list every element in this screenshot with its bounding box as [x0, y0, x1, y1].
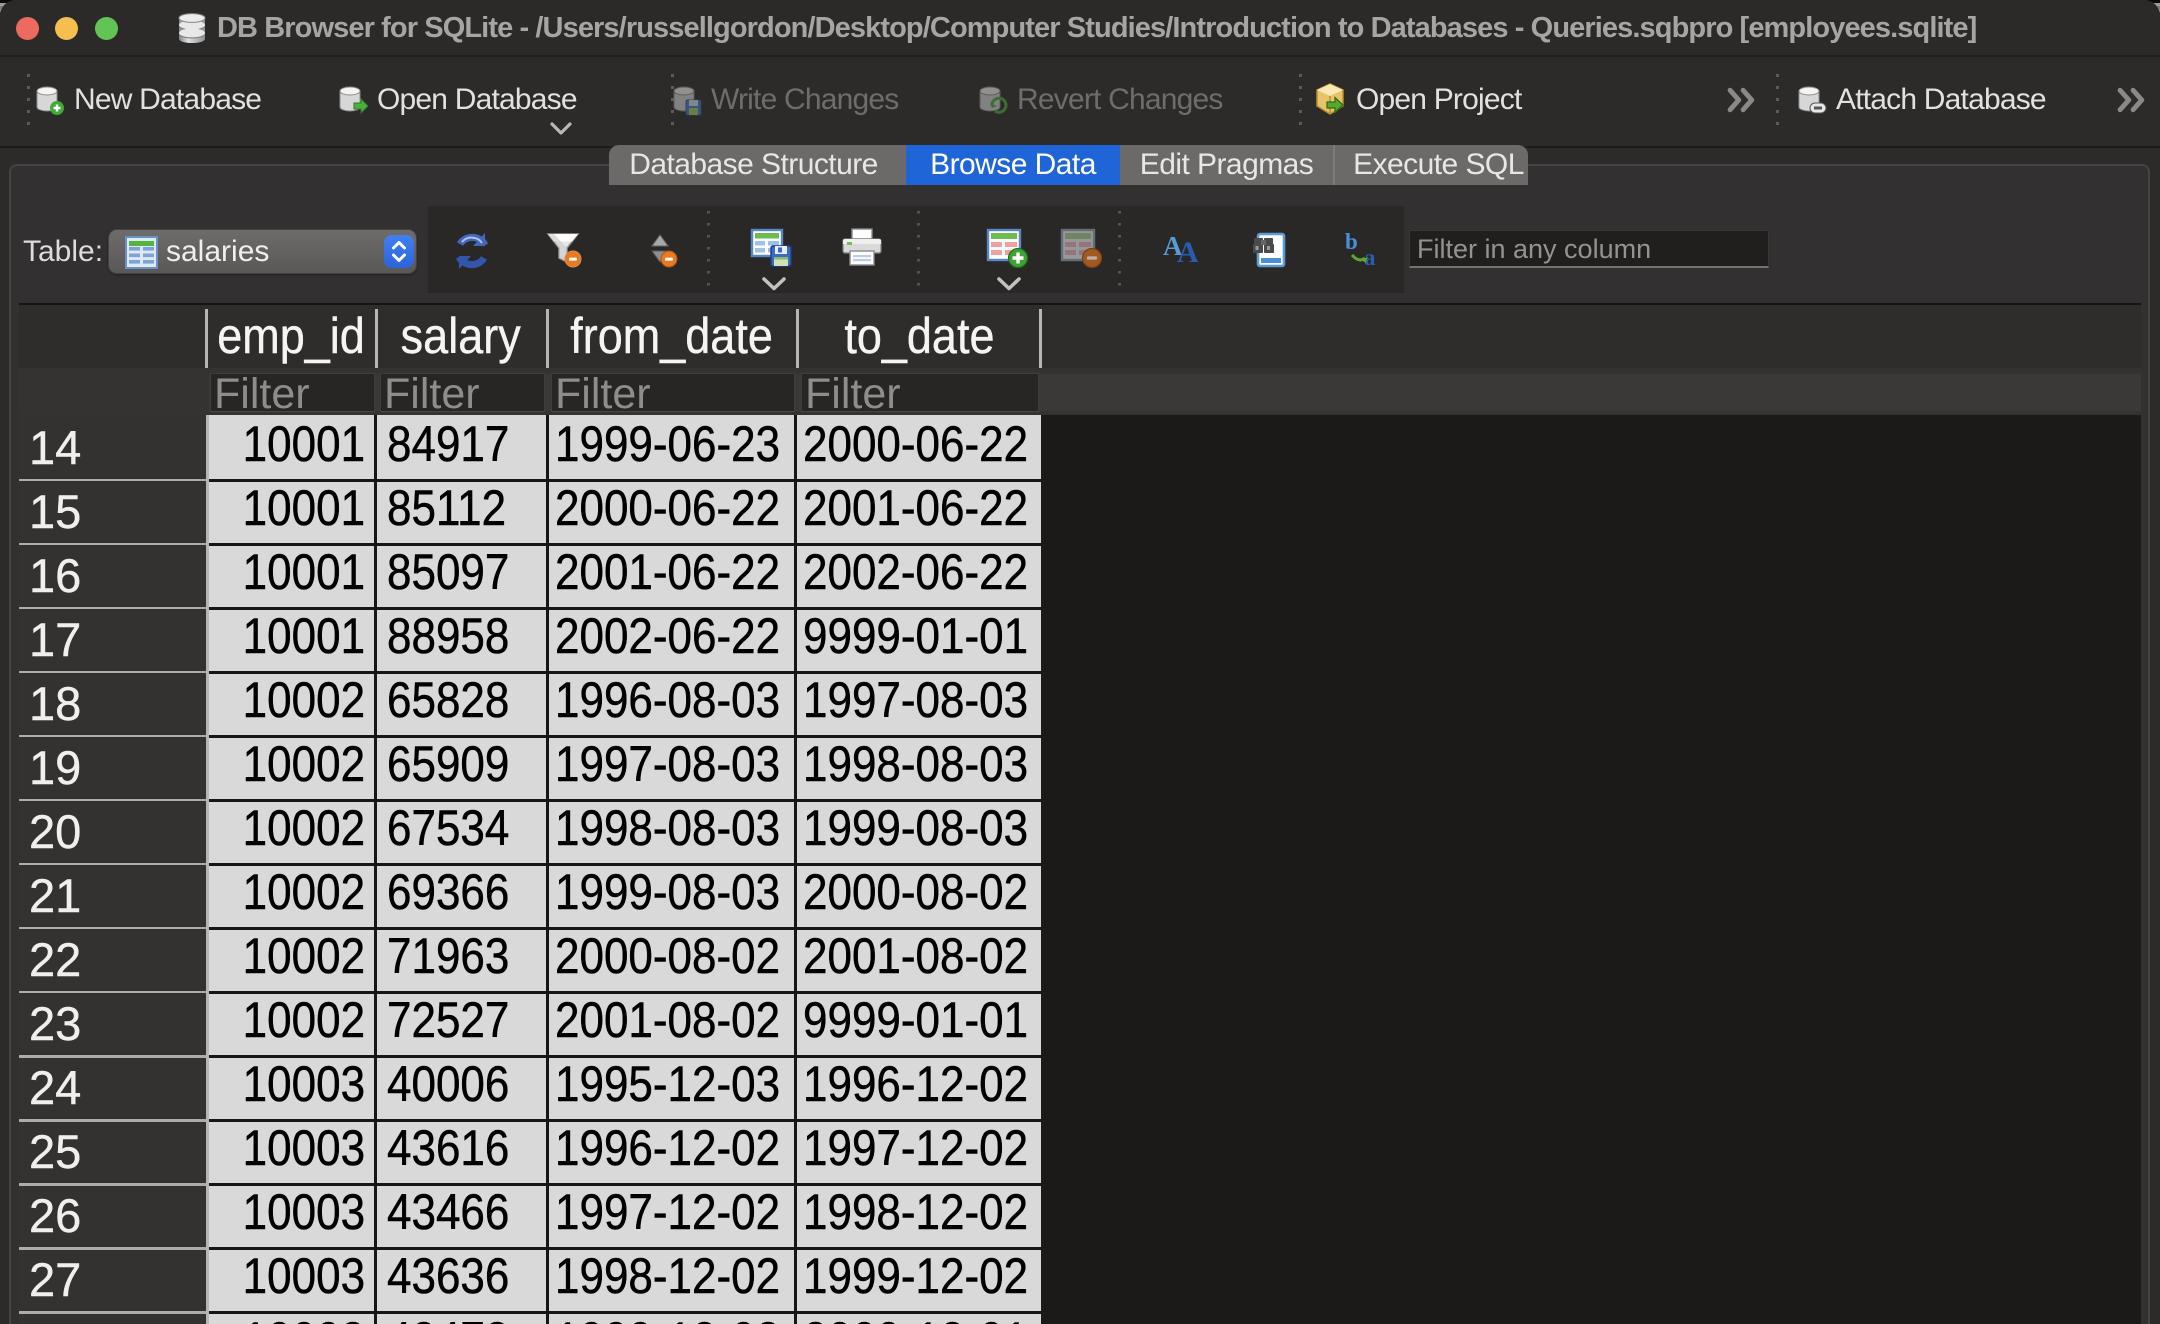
svg-text:a: a: [1364, 245, 1376, 269]
svg-text:b: b: [1345, 229, 1358, 254]
svg-text:A: A: [1177, 236, 1198, 268]
